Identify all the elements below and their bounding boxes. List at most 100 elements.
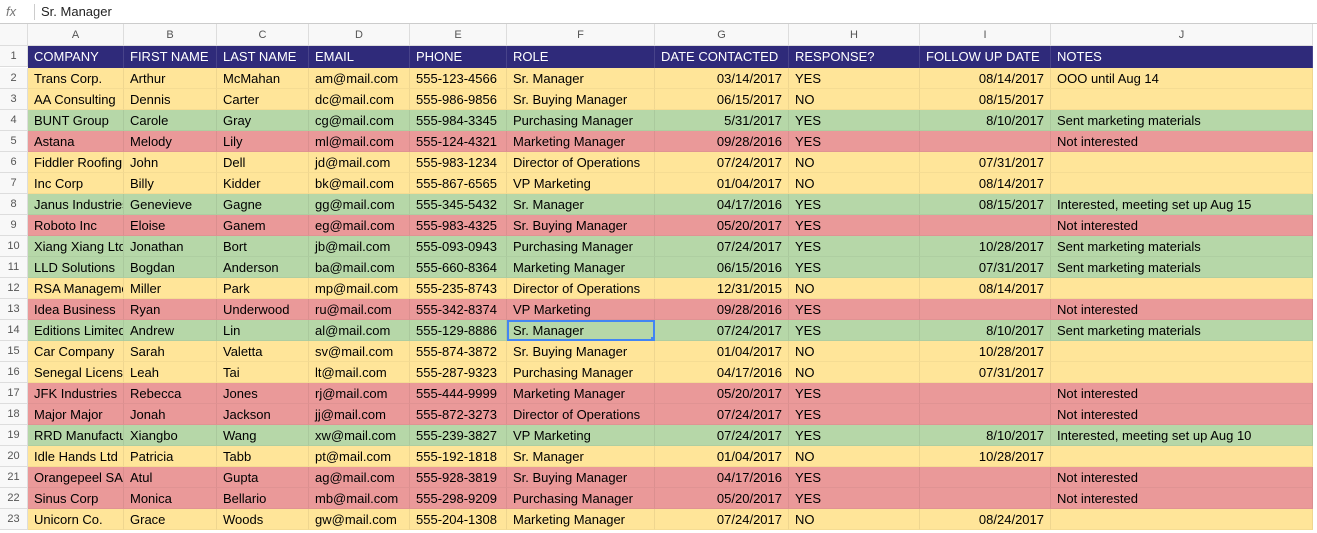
cell-response[interactable]: NO bbox=[789, 509, 920, 530]
cell-contacted[interactable]: 07/24/2017 bbox=[655, 152, 789, 173]
row-header-17[interactable]: 17 bbox=[0, 383, 28, 404]
cell-company[interactable]: Roboto Inc bbox=[28, 215, 124, 236]
cell-email[interactable]: sv@mail.com bbox=[309, 341, 410, 362]
cell-last[interactable]: Park bbox=[217, 278, 309, 299]
cell-first[interactable]: Grace bbox=[124, 509, 217, 530]
cell-phone[interactable]: 555-235-8743 bbox=[410, 278, 507, 299]
cell-phone[interactable]: 555-287-9323 bbox=[410, 362, 507, 383]
row-header-20[interactable]: 20 bbox=[0, 446, 28, 467]
cell-notes[interactable]: OOO until Aug 14 bbox=[1051, 68, 1313, 89]
cell-notes[interactable]: Not interested bbox=[1051, 131, 1313, 152]
row-header-9[interactable]: 9 bbox=[0, 215, 28, 236]
cell-last[interactable]: Anderson bbox=[217, 257, 309, 278]
row-header-18[interactable]: 18 bbox=[0, 404, 28, 425]
cell-company[interactable]: Unicorn Co. bbox=[28, 509, 124, 530]
cell-company[interactable]: Car Company bbox=[28, 341, 124, 362]
row-header-4[interactable]: 4 bbox=[0, 110, 28, 131]
cell-company[interactable]: Major Major bbox=[28, 404, 124, 425]
cell-response[interactable]: YES bbox=[789, 299, 920, 320]
cell-response[interactable]: YES bbox=[789, 467, 920, 488]
cell-phone[interactable]: 555-984-3345 bbox=[410, 110, 507, 131]
cell-role[interactable]: Sr. Manager bbox=[507, 194, 655, 215]
cell-phone[interactable]: 555-872-3273 bbox=[410, 404, 507, 425]
cell-notes[interactable] bbox=[1051, 509, 1313, 530]
cell-phone[interactable]: 555-444-9999 bbox=[410, 383, 507, 404]
cell-last[interactable]: Dell bbox=[217, 152, 309, 173]
cell-phone[interactable]: 555-204-1308 bbox=[410, 509, 507, 530]
cell-role[interactable]: Sr. Manager bbox=[507, 446, 655, 467]
row-header-1[interactable]: 1 bbox=[0, 46, 28, 67]
cell-role[interactable]: Sr. Manager bbox=[507, 68, 655, 89]
cell-first[interactable]: Jonathan bbox=[124, 236, 217, 257]
cell-first[interactable]: Billy bbox=[124, 173, 217, 194]
cell-role[interactable]: Marketing Manager bbox=[507, 383, 655, 404]
cell-first[interactable]: Miller bbox=[124, 278, 217, 299]
cell-company[interactable]: LLD Solutions bbox=[28, 257, 124, 278]
cell-notes[interactable]: Sent marketing materials bbox=[1051, 236, 1313, 257]
cell-email[interactable]: am@mail.com bbox=[309, 68, 410, 89]
cell-first[interactable]: Jonah bbox=[124, 404, 217, 425]
row-header-16[interactable]: 16 bbox=[0, 362, 28, 383]
cell-follow[interactable]: 8/10/2017 bbox=[920, 110, 1051, 131]
cell-first[interactable]: Rebecca bbox=[124, 383, 217, 404]
cell-last[interactable]: McMahan bbox=[217, 68, 309, 89]
cell-notes[interactable] bbox=[1051, 278, 1313, 299]
cell-email[interactable]: eg@mail.com bbox=[309, 215, 410, 236]
cell-first[interactable]: Dennis bbox=[124, 89, 217, 110]
cell-contacted[interactable]: 04/17/2016 bbox=[655, 467, 789, 488]
cell-follow[interactable]: 07/31/2017 bbox=[920, 362, 1051, 383]
cell-role[interactable]: VP Marketing bbox=[507, 173, 655, 194]
cell-contacted[interactable]: 04/17/2016 bbox=[655, 194, 789, 215]
cell-notes[interactable] bbox=[1051, 152, 1313, 173]
cell-follow[interactable] bbox=[920, 131, 1051, 152]
cell-response[interactable]: NO bbox=[789, 362, 920, 383]
cell-email[interactable]: rj@mail.com bbox=[309, 383, 410, 404]
cell-notes[interactable]: Not interested bbox=[1051, 383, 1313, 404]
cell-email[interactable]: lt@mail.com bbox=[309, 362, 410, 383]
header-cell-first[interactable]: FIRST NAME bbox=[124, 46, 217, 68]
cell-response[interactable]: YES bbox=[789, 383, 920, 404]
cell-email[interactable]: gw@mail.com bbox=[309, 509, 410, 530]
cell-response[interactable]: YES bbox=[789, 488, 920, 509]
cell-last[interactable]: Tabb bbox=[217, 446, 309, 467]
cell-contacted[interactable]: 01/04/2017 bbox=[655, 173, 789, 194]
cell-response[interactable]: YES bbox=[789, 215, 920, 236]
cell-contacted[interactable]: 09/28/2016 bbox=[655, 299, 789, 320]
cell-follow[interactable]: 08/14/2017 bbox=[920, 278, 1051, 299]
cell-notes[interactable]: Not interested bbox=[1051, 488, 1313, 509]
cell-phone[interactable]: 555-345-5432 bbox=[410, 194, 507, 215]
cell-email[interactable]: pt@mail.com bbox=[309, 446, 410, 467]
cell-role[interactable]: Director of Operations bbox=[507, 278, 655, 299]
cell-first[interactable]: Melody bbox=[124, 131, 217, 152]
cell-notes[interactable]: Not interested bbox=[1051, 404, 1313, 425]
cell-phone[interactable]: 555-239-3827 bbox=[410, 425, 507, 446]
row-header-11[interactable]: 11 bbox=[0, 257, 28, 278]
cell-contacted[interactable]: 09/28/2016 bbox=[655, 131, 789, 152]
cell-email[interactable]: jb@mail.com bbox=[309, 236, 410, 257]
column-header-J[interactable]: J bbox=[1051, 24, 1313, 46]
cell-phone[interactable]: 555-660-8364 bbox=[410, 257, 507, 278]
column-header-G[interactable]: G bbox=[655, 24, 789, 46]
cell-last[interactable]: Bellario bbox=[217, 488, 309, 509]
header-cell-contacted[interactable]: DATE CONTACTED bbox=[655, 46, 789, 68]
column-header-A[interactable]: A bbox=[28, 24, 124, 46]
cell-email[interactable]: ru@mail.com bbox=[309, 299, 410, 320]
cell-follow[interactable] bbox=[920, 383, 1051, 404]
cell-last[interactable]: Bort bbox=[217, 236, 309, 257]
cell-response[interactable]: NO bbox=[789, 173, 920, 194]
formula-value[interactable]: Sr. Manager bbox=[41, 4, 112, 19]
cell-notes[interactable]: Sent marketing materials bbox=[1051, 257, 1313, 278]
row-header-5[interactable]: 5 bbox=[0, 131, 28, 152]
cell-role[interactable]: Director of Operations bbox=[507, 404, 655, 425]
cell-role[interactable]: VP Marketing bbox=[507, 425, 655, 446]
spreadsheet-grid[interactable]: ABCDEFGHIJ1COMPANYFIRST NAMELAST NAMEEMA… bbox=[0, 24, 1317, 530]
cell-response[interactable]: YES bbox=[789, 131, 920, 152]
cell-company[interactable]: JFK Industries bbox=[28, 383, 124, 404]
cell-follow[interactable]: 08/15/2017 bbox=[920, 89, 1051, 110]
cell-email[interactable]: bk@mail.com bbox=[309, 173, 410, 194]
cell-phone[interactable]: 555-192-1818 bbox=[410, 446, 507, 467]
cell-contacted[interactable]: 05/20/2017 bbox=[655, 488, 789, 509]
row-header-21[interactable]: 21 bbox=[0, 467, 28, 488]
row-header-6[interactable]: 6 bbox=[0, 152, 28, 173]
cell-notes[interactable]: Sent marketing materials bbox=[1051, 320, 1313, 341]
